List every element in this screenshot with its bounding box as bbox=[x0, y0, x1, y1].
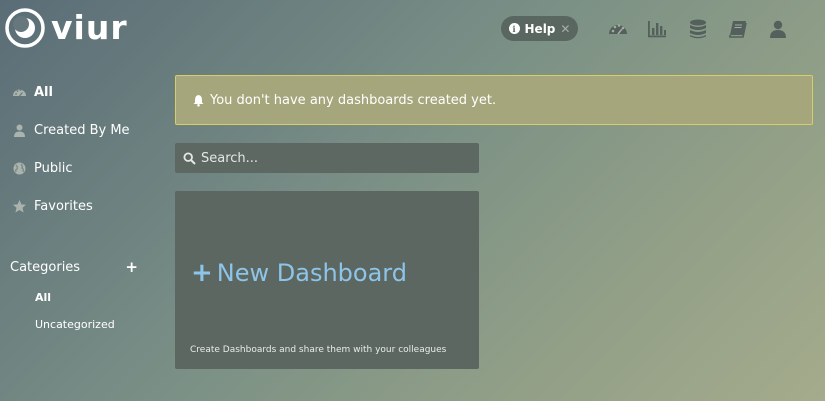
brand-name: viur bbox=[51, 8, 128, 47]
sidebar-item-favorites[interactable]: Favorites bbox=[12, 197, 93, 215]
book-icon[interactable] bbox=[727, 18, 749, 40]
bar-chart-icon[interactable] bbox=[646, 18, 668, 40]
sidebar-item-label: Favorites bbox=[34, 198, 93, 214]
star-icon bbox=[13, 199, 26, 212]
category-item-all[interactable]: All bbox=[35, 291, 51, 304]
close-help-icon[interactable]: ✕ bbox=[560, 22, 570, 36]
plus-icon: + bbox=[191, 258, 213, 288]
viur-logo-icon bbox=[5, 8, 45, 48]
new-dashboard-button[interactable]: + New Dashboard bbox=[191, 259, 407, 287]
search-icon bbox=[183, 151, 196, 165]
dashboard-icon[interactable] bbox=[607, 18, 629, 40]
add-category-button[interactable]: + bbox=[125, 258, 138, 276]
dashboard-icon bbox=[13, 88, 26, 96]
categories-header: Categories + bbox=[10, 258, 140, 276]
user-icon bbox=[14, 124, 25, 137]
new-dashboard-label: New Dashboard bbox=[216, 259, 407, 287]
help-button[interactable]: i Help ✕ bbox=[501, 16, 578, 41]
brand-logo[interactable]: viur bbox=[5, 8, 128, 48]
sidebar-item-label: All bbox=[34, 84, 53, 100]
new-dashboard-card[interactable]: + New Dashboard Create Dashboards and sh… bbox=[175, 191, 479, 369]
sidebar-item-all[interactable]: All bbox=[12, 83, 53, 101]
globe-icon bbox=[13, 162, 26, 174]
categories-title: Categories bbox=[10, 259, 81, 275]
sidebar-item-label: Public bbox=[34, 160, 73, 176]
search-input[interactable] bbox=[201, 150, 461, 166]
bell-icon bbox=[193, 94, 204, 107]
no-dashboards-alert: You don't have any dashboards created ye… bbox=[175, 75, 813, 125]
alert-text: You don't have any dashboards created ye… bbox=[210, 92, 497, 108]
sidebar-item-public[interactable]: Public bbox=[12, 159, 72, 177]
search-box[interactable] bbox=[175, 143, 479, 173]
new-dashboard-hint: Create Dashboards and share them with yo… bbox=[190, 345, 447, 355]
sidebar-item-label: Created By Me bbox=[34, 122, 130, 138]
database-icon[interactable] bbox=[687, 18, 709, 40]
info-icon: i bbox=[508, 23, 520, 34]
category-item-uncategorized[interactable]: Uncategorized bbox=[35, 318, 115, 331]
help-label: Help bbox=[524, 21, 556, 36]
user-icon[interactable] bbox=[767, 18, 789, 40]
sidebar-item-created-by-me[interactable]: Created By Me bbox=[12, 121, 130, 139]
